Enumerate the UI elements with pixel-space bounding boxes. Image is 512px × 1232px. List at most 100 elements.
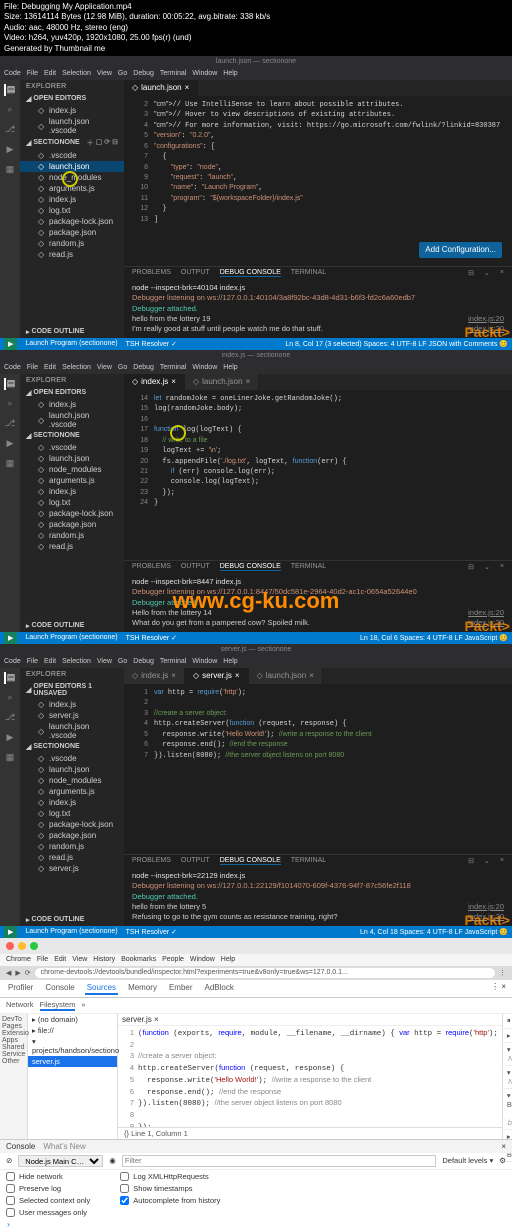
tree-item[interactable]: ◇package-lock.json — [20, 508, 124, 519]
max-dot[interactable] — [30, 942, 38, 950]
new-folder-icon[interactable]: ▢ — [96, 138, 103, 148]
panel-action-icon[interactable]: ⌄ — [484, 857, 490, 865]
context-select[interactable]: Node.js Main C… — [18, 1155, 103, 1167]
debug-icon[interactable]: ▶ — [4, 732, 16, 744]
console-option[interactable]: Selected context only — [6, 1196, 90, 1205]
panel-tab-problems[interactable]: PROBLEMS — [132, 563, 171, 571]
tree-item[interactable]: ◇.vscode — [20, 150, 124, 161]
whatsnew-tab[interactable]: What's New — [43, 1142, 85, 1151]
panel-tab-output[interactable]: OUTPUT — [181, 563, 210, 571]
menu-people[interactable]: People — [162, 956, 184, 963]
menu-window[interactable]: Window — [190, 956, 215, 963]
project-header[interactable]: ◢ SECTIONONE — [20, 430, 124, 442]
launch-config[interactable]: Launch Program (sectionone) — [25, 634, 117, 641]
panel-tab-terminal[interactable]: TERMINAL — [291, 269, 326, 277]
close-icon[interactable]: × — [171, 671, 176, 680]
project-header[interactable]: ◢ SECTIONONE — [20, 741, 124, 753]
menu-terminal[interactable]: Terminal — [160, 70, 186, 77]
tree-item[interactable]: ◇package-lock.json — [20, 819, 124, 830]
menu-view[interactable]: View — [97, 364, 112, 371]
panel-action-icon[interactable]: ⊟ — [468, 269, 474, 277]
tree-item[interactable]: ◇package-lock.json — [20, 216, 124, 227]
menu-file[interactable]: File — [27, 364, 38, 371]
new-file-icon[interactable]: ＋ — [87, 138, 94, 148]
panel-tab-debug-console[interactable]: DEBUG CONSOLE — [220, 269, 281, 277]
menu-go[interactable]: Go — [118, 364, 127, 371]
debug-status-icon[interactable]: ▶ — [4, 926, 17, 938]
git-icon[interactable]: ⎇ — [4, 712, 16, 724]
source-link[interactable]: index.js:20 — [468, 618, 504, 628]
menu-code[interactable]: Code — [4, 658, 21, 665]
menu-edit[interactable]: Edit — [44, 364, 56, 371]
devtools-tab-profiler[interactable]: Profiler — [6, 982, 35, 995]
min-dot[interactable] — [18, 942, 26, 950]
menu-window[interactable]: Window — [192, 364, 217, 371]
console-tab[interactable]: Console — [6, 1142, 35, 1151]
search-icon[interactable]: ⌕ — [4, 692, 16, 704]
close-icon[interactable]: × — [171, 377, 176, 386]
nav-item[interactable]: ▾ projects/handson/sectiono — [28, 1036, 117, 1056]
source-link[interactable]: index.js:20 — [468, 314, 504, 324]
menu-help[interactable]: Help — [221, 956, 235, 963]
tree-item[interactable]: ◇launch.json — [20, 161, 124, 172]
panel-tab-terminal[interactable]: TERMINAL — [291, 563, 326, 571]
debug-status-icon[interactable]: ▶ — [4, 338, 17, 350]
tree-item[interactable]: ◇read.js — [20, 249, 124, 260]
devtools-tab-adblock[interactable]: AdBlock — [203, 982, 236, 995]
source-link[interactable]: index.js:20 — [468, 902, 504, 912]
tsh-resolver[interactable]: TSH Resolver ✓ — [126, 634, 177, 642]
checkbox[interactable] — [120, 1196, 129, 1205]
close-drawer-icon[interactable]: × — [501, 1142, 506, 1151]
editor-tab[interactable]: ◇ launch.json × — [185, 374, 259, 390]
tree-item[interactable]: ◇log.txt — [20, 205, 124, 216]
debug-status-icon[interactable]: ▶ — [4, 632, 17, 644]
open-editors-header[interactable]: ◢ OPEN EDITORS — [20, 387, 124, 399]
status-right[interactable]: Ln 4, Col 18 Spaces: 4 UTF-8 LF JavaScri… — [360, 928, 508, 936]
devtools-tab-console[interactable]: Console — [43, 982, 76, 995]
refresh-icon[interactable]: ⟳ — [104, 138, 110, 148]
debug-console[interactable]: node --inspect-brk=8447 index.jsDebugger… — [124, 573, 512, 632]
console-prompt[interactable]: › — [0, 1219, 512, 1232]
panel-tab-problems[interactable]: PROBLEMS — [132, 857, 171, 865]
forward-icon[interactable]: ▶ — [15, 969, 20, 977]
menu-help[interactable]: Help — [223, 70, 237, 77]
checkbox[interactable] — [6, 1196, 15, 1205]
extensions-icon[interactable]: ▦ — [4, 752, 16, 764]
tree-item[interactable]: ◇index.js — [20, 486, 124, 497]
omnibox[interactable]: chrome-devtools://devtools/bundled/inspe… — [35, 968, 495, 978]
files-icon[interactable]: ▤ — [4, 378, 16, 390]
code-editor[interactable]: 2"cm">// Use IntelliSense to learn about… — [124, 96, 512, 266]
tree-item[interactable]: ◇log.txt — [20, 497, 124, 508]
tree-item[interactable]: ◇log.txt — [20, 808, 124, 819]
menu-edit[interactable]: Edit — [54, 956, 66, 963]
editor-tab[interactable]: ◇ server.js × — [185, 668, 249, 684]
code-outline-header[interactable]: ▸ CODE OUTLINE — [20, 914, 124, 926]
status-right[interactable]: Ln 8, Col 17 (3 selected) Spaces: 4 UTF-… — [285, 340, 508, 348]
extensions-icon[interactable]: ▦ — [4, 164, 16, 176]
menu-selection[interactable]: Selection — [62, 658, 91, 665]
scope-section[interactable]: ▾ Scope — [507, 1068, 512, 1077]
tree-item[interactable]: ◇launch.json — [20, 764, 124, 775]
reload-icon[interactable]: ⟳ — [25, 969, 31, 977]
devtools-menu-icon[interactable]: ⋮ × — [491, 982, 506, 995]
launch-config[interactable]: Launch Program (sectionone) — [25, 340, 117, 347]
menu-code[interactable]: Code — [4, 70, 21, 77]
checkbox[interactable] — [6, 1208, 15, 1217]
source-link[interactable]: index.js:20 — [468, 608, 504, 618]
devtools-tab-ember[interactable]: Ember — [167, 982, 195, 995]
code-outline-header[interactable]: ▸ CODE OUTLINE — [20, 326, 124, 338]
tree-item[interactable]: ◇arguments.js — [20, 475, 124, 486]
clear-console-icon[interactable]: ⊘ — [6, 1156, 12, 1165]
pause-icon[interactable]: ⏸ — [507, 1016, 511, 1026]
menu-go[interactable]: Go — [118, 70, 127, 77]
close-icon[interactable]: × — [185, 83, 190, 92]
tree-item[interactable]: ◇launch.json .vscode — [20, 721, 124, 741]
close-icon[interactable]: × — [309, 671, 314, 680]
menu-view[interactable]: View — [97, 70, 112, 77]
editor-tab[interactable]: ◇ launch.json × — [249, 668, 323, 684]
close-dot[interactable] — [6, 942, 14, 950]
tree-item[interactable]: ◇index.js — [20, 399, 124, 410]
source-link[interactable]: index.js:20 — [468, 324, 504, 334]
menu-view[interactable]: View — [72, 956, 87, 963]
status-right[interactable]: Ln 18, Col 6 Spaces: 4 UTF-8 LF JavaScri… — [360, 634, 508, 642]
